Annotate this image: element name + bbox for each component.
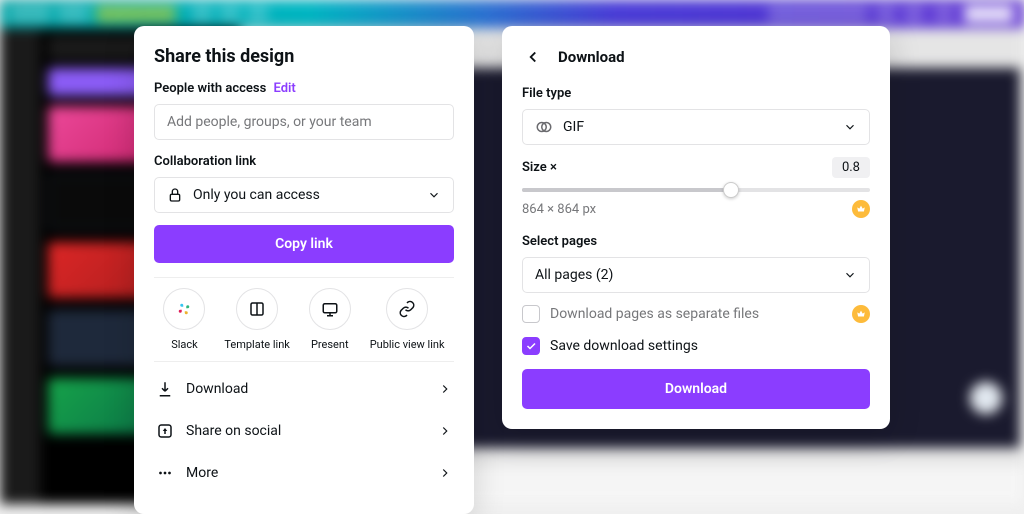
separate-files-checkbox[interactable]: Download pages as separate files bbox=[522, 305, 870, 323]
size-slider[interactable] bbox=[522, 188, 870, 192]
chevron-right-icon bbox=[438, 424, 452, 438]
lock-icon bbox=[167, 187, 183, 203]
save-settings-checkbox[interactable]: Save download settings bbox=[522, 337, 870, 355]
chevron-down-icon bbox=[843, 120, 857, 134]
slack-option[interactable]: Slack bbox=[163, 288, 205, 351]
access-label: People with access Edit bbox=[154, 81, 454, 96]
download-item[interactable]: Download bbox=[154, 368, 454, 410]
file-type-select[interactable]: GIF bbox=[522, 109, 870, 145]
collab-label: Collaboration link bbox=[154, 154, 454, 169]
premium-crown-icon bbox=[852, 200, 870, 218]
chevron-down-icon bbox=[843, 268, 857, 282]
collab-select[interactable]: Only you can access bbox=[154, 177, 454, 213]
pages-select[interactable]: All pages (2) bbox=[522, 257, 870, 293]
people-input[interactable] bbox=[154, 104, 454, 140]
template-icon bbox=[236, 288, 278, 330]
premium-crown-icon bbox=[852, 305, 870, 323]
pages-value: All pages (2) bbox=[535, 267, 613, 283]
collab-value: Only you can access bbox=[193, 187, 320, 203]
dimensions-text: 864 × 864 px bbox=[522, 202, 596, 217]
copy-link-button[interactable]: Copy link bbox=[154, 225, 454, 263]
chevron-right-icon bbox=[438, 466, 452, 480]
share-destinations: Slack Template link Present Public view … bbox=[154, 277, 454, 362]
more-item[interactable]: More bbox=[154, 452, 454, 494]
link-icon bbox=[386, 288, 428, 330]
file-type-value: GIF bbox=[563, 119, 584, 135]
edit-access-link[interactable]: Edit bbox=[274, 81, 296, 96]
public-link-option[interactable]: Public view link bbox=[370, 288, 445, 351]
help-fab[interactable] bbox=[970, 382, 1002, 414]
slack-icon bbox=[163, 288, 205, 330]
pages-label: Select pages bbox=[522, 234, 870, 249]
share-social-item[interactable]: Share on social bbox=[154, 410, 454, 452]
back-button[interactable] bbox=[522, 46, 544, 68]
share-title: Share this design bbox=[154, 46, 454, 67]
chevron-right-icon bbox=[438, 382, 452, 396]
size-value: 0.8 bbox=[832, 157, 870, 178]
more-icon bbox=[156, 464, 174, 482]
checkbox-unchecked bbox=[522, 305, 540, 323]
checkbox-checked bbox=[522, 337, 540, 355]
download-icon bbox=[156, 380, 174, 398]
social-icon bbox=[156, 422, 174, 440]
download-title: Download bbox=[558, 48, 625, 66]
download-button[interactable]: Download bbox=[522, 369, 870, 409]
left-rail bbox=[0, 28, 40, 504]
share-panel: Share this design People with access Edi… bbox=[134, 26, 474, 514]
present-option[interactable]: Present bbox=[309, 288, 351, 351]
download-panel: Download File type GIF Size × 0.8 864 × … bbox=[502, 26, 890, 429]
template-link-option[interactable]: Template link bbox=[224, 288, 290, 351]
file-type-label: File type bbox=[522, 86, 870, 101]
present-icon bbox=[309, 288, 351, 330]
size-label: Size × bbox=[522, 160, 557, 175]
gif-icon bbox=[535, 118, 553, 136]
slider-thumb[interactable] bbox=[723, 182, 739, 198]
topbar bbox=[0, 0, 1024, 28]
chevron-down-icon bbox=[427, 188, 441, 202]
